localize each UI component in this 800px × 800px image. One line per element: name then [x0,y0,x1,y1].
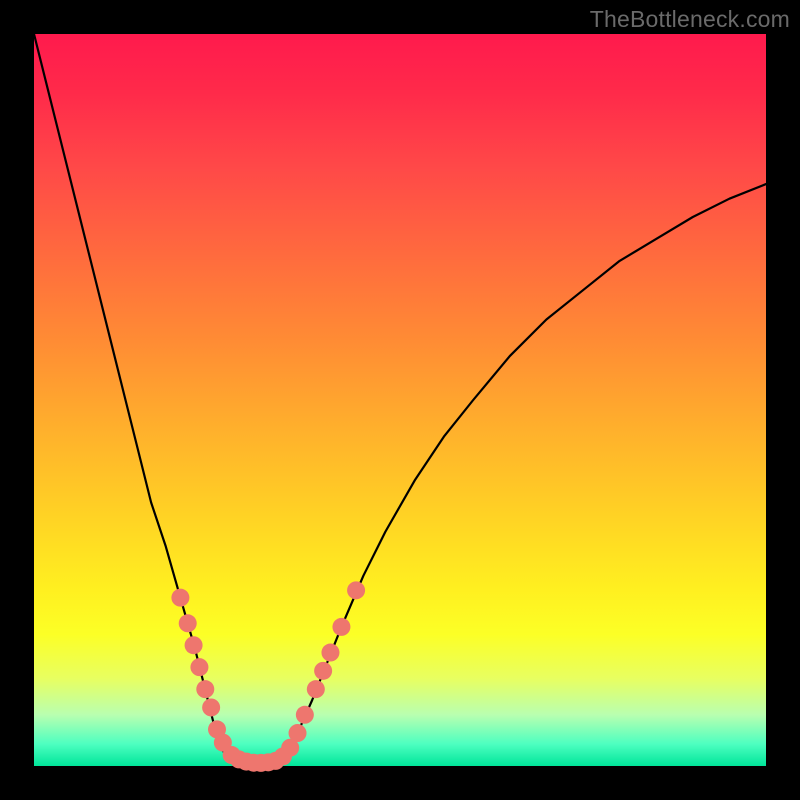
data-point-marker [347,581,365,599]
data-point-marker [202,698,220,716]
data-point-marker [171,589,189,607]
data-point-marker [314,662,332,680]
data-point-marker [179,614,197,632]
data-point-marker [296,706,314,724]
watermark-text: TheBottleneck.com [590,6,790,33]
data-point-marker [332,618,350,636]
chart-frame: TheBottleneck.com [0,0,800,800]
data-point-marker [289,724,307,742]
bottleneck-curve [34,34,766,763]
data-point-marker [190,658,208,676]
chart-svg [34,34,766,766]
data-point-marker [321,644,339,662]
chart-plot-area [34,34,766,766]
data-point-marker [196,680,214,698]
data-point-marker [185,636,203,654]
data-point-marker [307,680,325,698]
